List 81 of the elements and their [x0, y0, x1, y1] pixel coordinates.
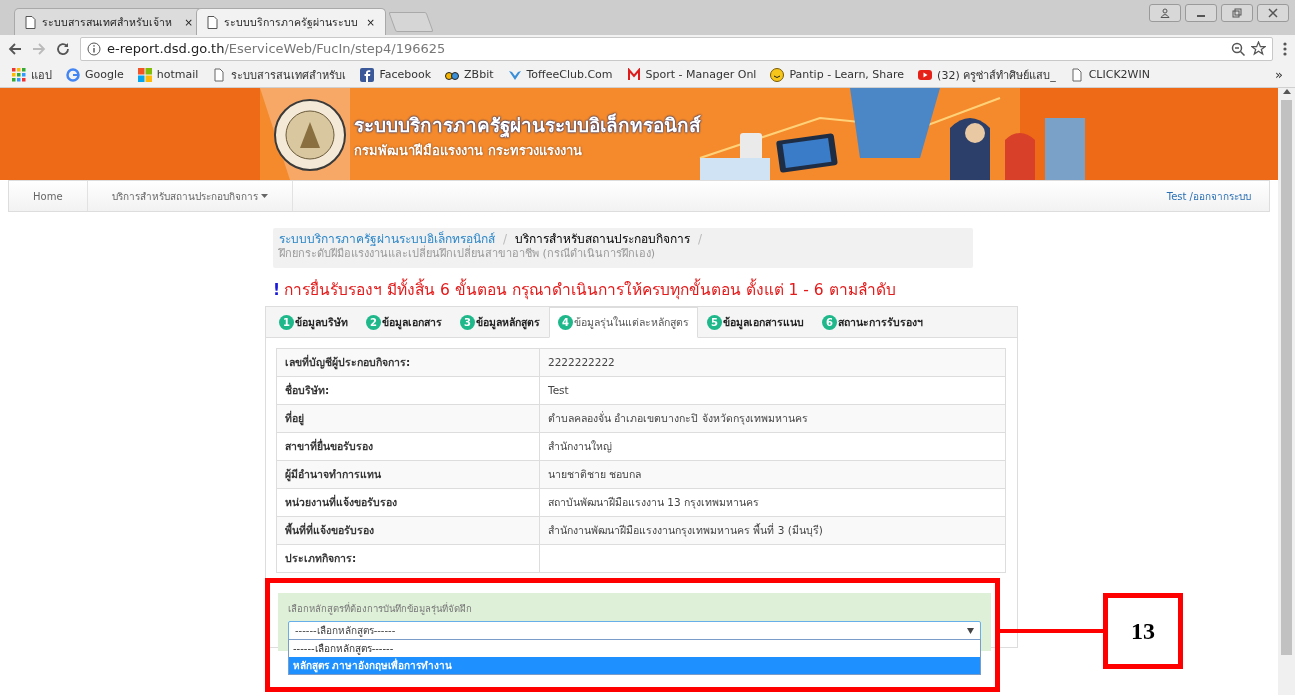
windows-icon — [137, 67, 152, 82]
zoom-icon[interactable] — [1231, 41, 1245, 56]
more-bookmarks-button[interactable]: » — [1275, 67, 1283, 82]
bookmark[interactable]: Sport - Manager Onl — [626, 67, 757, 82]
course-label: เลือกหลักสูตรที่ต้องการบันทึกข้อมูลรุ่นที่จัดฝึก — [288, 601, 473, 616]
address-bar[interactable]: e-report.dsd.go.th/EserviceWeb/FucIn/step4/196625 — [80, 36, 1273, 61]
bookmark[interactable]: hotmail — [137, 67, 199, 82]
minimize-icon — [1197, 15, 1205, 17]
person-icon — [1160, 8, 1170, 18]
banner-subtitle: กรมพัฒนาฝีมือแรงงาน กระทรวงแรงงาน — [354, 141, 583, 160]
table-cell: พื้นที่ที่แจ้งขอรับรอง — [276, 516, 540, 545]
table-cell: ผู้มีอำนาจทำการแทน — [276, 460, 540, 489]
menu-icon[interactable] — [1283, 41, 1287, 56]
step-tab[interactable]: 1 ข้อมูลบริษัท — [270, 306, 357, 338]
profile-button[interactable] — [1149, 4, 1181, 22]
bookmark[interactable]: ระบบสารสนเทศสำหรับเ — [212, 65, 347, 84]
step-tab[interactable]: 6 สถานะการรับรองฯ — [813, 306, 932, 338]
page-icon — [212, 67, 227, 82]
scrollbar-thumb[interactable] — [1281, 100, 1292, 655]
table-cell: 2222222222 — [539, 348, 1006, 377]
breadcrumb-item[interactable]: บริการสำหรับสถานประกอบกิจการ — [515, 231, 691, 248]
table-cell: ตำบลคลองจั่น อำเภอเขตบางกะปิ จังหวัดกรุงเทพมหานคร — [539, 404, 1006, 433]
restore-button[interactable] — [1221, 4, 1253, 22]
emblem-icon — [272, 98, 348, 172]
bookmark[interactable]: Google — [66, 67, 124, 82]
facebook-icon — [360, 67, 375, 82]
close-icon[interactable]: × — [184, 16, 193, 28]
browser-tab[interactable]: ระบบบริการภาครัฐผ่านระบบ × — [196, 8, 386, 35]
caret-icon — [260, 194, 268, 198]
google-icon — [66, 67, 80, 82]
page-icon — [207, 15, 218, 29]
exclamation-mark: ! — [273, 281, 281, 300]
info-icon — [87, 41, 101, 56]
restore-icon — [1232, 8, 1242, 18]
nav-link[interactable]: บริการสำหรับสถานประกอบกิจการ — [87, 181, 293, 211]
apps-icon — [12, 67, 26, 82]
table-cell: นายชาติชาย ชอบกล — [539, 460, 1006, 489]
table-cell: สำนักงานพัฒนาฝีมือแรงงานกรุงเทพมหานคร พื้นที่ 3 (มีนบุรี) — [539, 516, 1006, 545]
banner-title: ระบบบริการภาครัฐผ่านระบบอิเล็กทรอนิกส์ — [354, 112, 701, 140]
callout-number: 13 — [1103, 593, 1183, 669]
step-tab[interactable]: 3 ข้อมูลหลักสูตร — [451, 306, 549, 338]
step-tab[interactable]: 2 ข้อมูลเอกสาร — [357, 306, 451, 338]
close-icon[interactable]: × — [366, 16, 375, 28]
page-icon — [25, 15, 36, 29]
step-tab[interactable]: 5 ข้อมูลเอกสารแนบ — [698, 306, 813, 338]
breadcrumb-current: ฝึกยกระดับฝีมือแรงงานและเปลี่ยนฝึกเปลี่ยนสาขาอาชีพ (กรณีดำเนินการฝึกเอง) — [279, 247, 657, 263]
course-dropdown[interactable]: ------เลือกหลักสูตร------ — [288, 620, 981, 641]
nav-link[interactable]: Home — [9, 181, 88, 211]
table-cell: ประเภทกิจการ: — [276, 544, 540, 573]
dropdown-option[interactable]: ------เลือกหลักสูตร------ — [289, 639, 980, 657]
back-icon[interactable] — [8, 41, 22, 56]
m-icon — [626, 67, 641, 82]
page-icon — [1069, 67, 1084, 82]
play-icon — [918, 67, 933, 82]
table-cell: Test — [539, 376, 1006, 405]
table-cell: สถาบันพัฒนาฝีมือแรงงาน 13 กรุงเทพมหานคร — [539, 488, 1006, 517]
caret-icon — [967, 627, 974, 634]
star-icon[interactable] — [1251, 41, 1266, 56]
bookmark[interactable]: ZBbit — [445, 67, 494, 82]
breadcrumb-link[interactable]: ระบบบริการภาครัฐผ่านระบบอิเล็กทรอนิกส์ — [279, 231, 495, 248]
table-cell: ชื่อบริษัท: — [276, 376, 540, 405]
bookmark[interactable]: CLICK2WIN — [1069, 67, 1150, 82]
smiley-icon — [770, 67, 785, 82]
table-cell: หน่วยงานที่แจ้งขอรับรอง — [276, 488, 540, 517]
minimize-button[interactable] — [1185, 4, 1217, 22]
close-icon — [1268, 8, 1278, 18]
bookmark[interactable]: (32) ครูซ่าส์ทำศิษย์แสบ_ — [918, 65, 1056, 84]
bookmark[interactable]: ToffeeClub.Com — [507, 67, 613, 82]
bookmark[interactable]: Facebook — [360, 67, 432, 82]
breadcrumb-separator: / — [698, 231, 703, 248]
bookmark[interactable]: Pantip - Learn, Share — [770, 67, 905, 82]
table-cell: ที่อยู่ — [276, 404, 540, 433]
table-cell: สาขาที่ยื่นขอรับรอง — [276, 432, 540, 461]
bookmark[interactable]: แอป — [12, 65, 52, 84]
logout-link[interactable]: Test /ออกจากระบบ — [1142, 181, 1269, 211]
breadcrumb-separator: / — [503, 231, 508, 246]
table-cell: เลขที่บัญชีผู้ประกอบกิจการ: — [276, 348, 540, 377]
table-cell: สำนักงานใหญ่ — [539, 432, 1006, 461]
reload-icon[interactable] — [56, 41, 70, 56]
step-tab[interactable]: 4 ข้อมูลรุ่นในแต่ละหลักสูตร — [549, 306, 698, 338]
close-button[interactable] — [1257, 4, 1289, 22]
